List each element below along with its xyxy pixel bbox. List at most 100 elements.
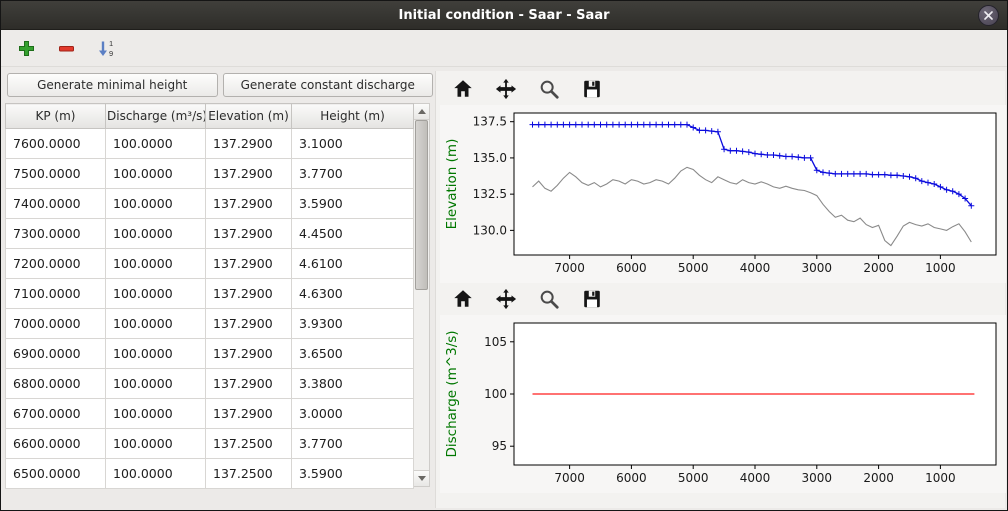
table-cell[interactable]: 100.0000 [106,279,206,309]
table-cell[interactable]: 137.2900 [206,369,292,399]
svg-text:Discharge (m^3/s): Discharge (m^3/s) [444,330,460,457]
table-cell[interactable]: 100.0000 [106,219,206,249]
table-cell[interactable]: 137.2900 [206,279,292,309]
discharge-home-button[interactable] [450,286,476,312]
table-row: 7100.0000100.0000137.29004.6300 [6,279,414,309]
table-row: 7000.0000100.0000137.29003.9300 [6,309,414,339]
svg-text:7000: 7000 [554,471,585,485]
table-cell[interactable]: 4.6300 [292,279,414,309]
table-cell[interactable]: 100.0000 [106,189,206,219]
table-row: 7300.0000100.0000137.29004.4500 [6,219,414,249]
table-cell[interactable]: 4.6100 [292,249,414,279]
table-cell[interactable]: 3.7700 [292,429,414,459]
svg-text:105: 105 [484,335,507,349]
table-cell[interactable]: 3.9300 [292,309,414,339]
table-cell[interactable]: 6700.0000 [6,399,106,429]
scrollbar-track[interactable] [414,120,429,470]
table-cell[interactable]: 100.0000 [106,309,206,339]
column-header[interactable]: Elevation (m) [206,104,292,129]
svg-text:6000: 6000 [616,471,647,485]
svg-text:Elevation (m): Elevation (m) [444,139,460,230]
titlebar[interactable]: Initial condition - Saar - Saar [1,1,1007,30]
table-cell[interactable]: 100.0000 [106,159,206,189]
column-header[interactable]: Height (m) [292,104,414,129]
table-cell[interactable]: 3.3800 [292,369,414,399]
table-cell[interactable]: 3.5900 [292,459,414,489]
minus-icon [58,40,75,57]
svg-text:4000: 4000 [740,471,771,485]
svg-text:6000: 6000 [616,261,647,275]
table-cell[interactable]: 4.4500 [292,219,414,249]
table-cell[interactable]: 6600.0000 [6,429,106,459]
column-header[interactable]: KP (m) [6,104,106,129]
up-triangle-icon [418,109,426,114]
discharge-pan-button[interactable] [493,286,519,312]
table-cell[interactable]: 3.1000 [292,129,414,159]
table-cell[interactable]: 137.2900 [206,309,292,339]
save-icon [581,78,603,100]
table-cell[interactable]: 137.2500 [206,429,292,459]
table-cell[interactable]: 137.2900 [206,339,292,369]
table-cell[interactable]: 7300.0000 [6,219,106,249]
elevation-save-button[interactable] [579,76,605,102]
remove-row-button[interactable] [53,35,79,61]
table-cell[interactable]: 7500.0000 [6,159,106,189]
svg-text:9: 9 [109,49,113,58]
table-cell[interactable]: 6900.0000 [6,339,106,369]
table-cell[interactable]: 137.2900 [206,189,292,219]
table-scrollbar[interactable] [414,103,430,487]
content-area: Generate minimal height Generate constan… [1,67,1007,510]
table-cell[interactable]: 7600.0000 [6,129,106,159]
elevation-plot-toolbar [440,73,1003,105]
table-cell[interactable]: 100.0000 [106,429,206,459]
scrollbar-thumb[interactable] [415,120,428,290]
table-cell[interactable]: 137.2900 [206,249,292,279]
elevation-home-button[interactable] [450,76,476,102]
close-button[interactable] [978,5,999,26]
plus-icon [18,40,35,57]
discharge-save-button[interactable] [579,286,605,312]
table-cell[interactable]: 3.5900 [292,189,414,219]
table-cell[interactable]: 137.2900 [206,219,292,249]
discharge-zoom-button[interactable] [536,286,562,312]
table-cell[interactable]: 6500.0000 [6,459,106,489]
scrollbar-up-arrow[interactable] [414,104,429,120]
table-cell[interactable]: 7200.0000 [6,249,106,279]
home-icon [452,288,474,310]
column-header[interactable]: Discharge (m³/s) [106,104,206,129]
generate-minimal-height-button[interactable]: Generate minimal height [7,73,218,97]
table-row: 7500.0000100.0000137.29003.7700 [6,159,414,189]
elevation-pan-button[interactable] [493,76,519,102]
svg-text:3000: 3000 [802,471,833,485]
table-cell[interactable]: 6800.0000 [6,369,106,399]
table-cell[interactable]: 3.0000 [292,399,414,429]
table-cell[interactable]: 137.2900 [206,399,292,429]
table-cell[interactable]: 7400.0000 [6,189,106,219]
discharge-plot[interactable]: 700060005000400030002000100095100105Disc… [440,315,1006,493]
table-cell[interactable]: 100.0000 [106,249,206,279]
magnifier-icon [538,288,560,310]
add-row-button[interactable] [13,35,39,61]
table-cell[interactable]: 137.2500 [206,459,292,489]
table-cell[interactable]: 100.0000 [106,339,206,369]
table-cell[interactable]: 3.6500 [292,339,414,369]
table-cell[interactable]: 7100.0000 [6,279,106,309]
elevation-plot[interactable]: 7000600050004000300020001000130.0132.513… [440,105,1006,283]
table-row: 7200.0000100.0000137.29004.6100 [6,249,414,279]
table-cell[interactable]: 137.2900 [206,129,292,159]
scrollbar-down-arrow[interactable] [414,470,429,486]
svg-text:130.0: 130.0 [473,223,507,237]
svg-text:100: 100 [484,387,507,401]
svg-text:5000: 5000 [678,471,709,485]
table-cell[interactable]: 100.0000 [106,129,206,159]
table-row: 6900.0000100.0000137.29003.6500 [6,339,414,369]
sort-button[interactable]: 1 9 [93,35,119,61]
table-cell[interactable]: 7000.0000 [6,309,106,339]
table-cell[interactable]: 137.2900 [206,159,292,189]
table-cell[interactable]: 100.0000 [106,459,206,489]
elevation-zoom-button[interactable] [536,76,562,102]
generate-constant-discharge-button[interactable]: Generate constant discharge [223,73,434,97]
table-cell[interactable]: 3.7700 [292,159,414,189]
table-cell[interactable]: 100.0000 [106,369,206,399]
table-cell[interactable]: 100.0000 [106,399,206,429]
